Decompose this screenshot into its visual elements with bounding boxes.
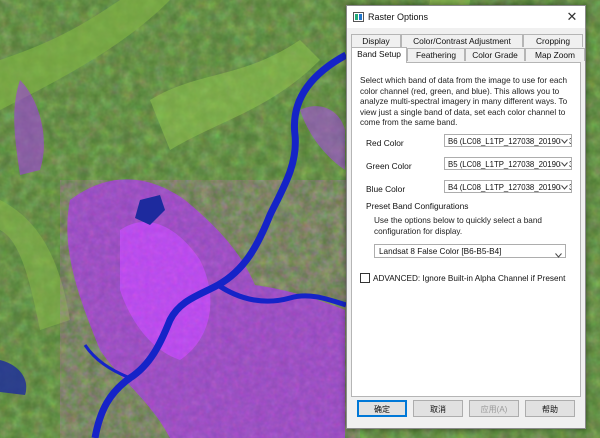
blue-band-value: B4 (LC08_L1TP_127038_20190813 (448, 183, 572, 192)
app-icon (353, 12, 364, 22)
tab-color-contrast[interactable]: Color/Contrast Adjustment (401, 34, 523, 47)
dialog-titlebar[interactable]: Raster Options ✕ (347, 6, 585, 28)
preset-description: Use the options below to quickly select … (374, 216, 542, 236)
advanced-alpha-option[interactable]: ADVANCED: Ignore Built-in Alpha Channel … (360, 273, 565, 283)
preset-value: Landsat 8 False Color [B6-B5-B4] (379, 247, 502, 256)
tab-display[interactable]: Display (351, 34, 401, 47)
band-setup-panel: Select which band of data from the image… (351, 62, 581, 397)
tab-color-grade[interactable]: Color Grade (465, 48, 525, 61)
blue-band-select[interactable]: B4 (LC08_L1TP_127038_20190813 (444, 180, 572, 193)
red-band-value: B6 (LC08_L1TP_127038_20190813 (448, 137, 572, 146)
advanced-alpha-checkbox[interactable] (360, 273, 370, 283)
preset-select[interactable]: Landsat 8 False Color [B6-B5-B4] (374, 244, 566, 258)
chevron-down-icon (561, 181, 569, 192)
tab-feathering[interactable]: Feathering (407, 48, 465, 61)
red-color-label: Red Color (366, 138, 404, 148)
ok-button[interactable]: 确定 (357, 400, 407, 417)
band-setup-description: Select which band of data from the image… (360, 76, 568, 128)
advanced-alpha-label: ADVANCED: Ignore Built-in Alpha Channel … (373, 273, 566, 283)
tab-row-2: Band Setup Feathering Color Grade Map Zo… (351, 47, 585, 63)
apply-button[interactable]: 应用(A) (469, 400, 519, 417)
tab-band-setup[interactable]: Band Setup (351, 47, 407, 63)
chevron-down-icon (561, 158, 569, 169)
dialog-title: Raster Options (368, 12, 429, 22)
tab-cropping[interactable]: Cropping (523, 34, 583, 47)
chevron-down-icon (555, 249, 562, 263)
preset-title: Preset Band Configurations (366, 201, 469, 211)
dialog-button-bar: 确定 取消 应用(A) 帮助 (347, 400, 585, 426)
green-color-label: Green Color (366, 161, 412, 171)
tab-map-zoom[interactable]: Map Zoom (525, 48, 585, 61)
green-band-select[interactable]: B5 (LC08_L1TP_127038_20190813 (444, 157, 572, 170)
chevron-down-icon (561, 135, 569, 146)
help-button[interactable]: 帮助 (525, 400, 575, 417)
raster-options-dialog: Raster Options ✕ Display Color/Contrast … (346, 5, 586, 429)
green-band-value: B5 (LC08_L1TP_127038_20190813 (448, 160, 572, 169)
red-band-select[interactable]: B6 (LC08_L1TP_127038_20190813 (444, 134, 572, 147)
close-icon[interactable]: ✕ (565, 10, 579, 24)
blue-color-label: Blue Color (366, 184, 406, 194)
cancel-button[interactable]: 取消 (413, 400, 463, 417)
tab-row-1: Display Color/Contrast Adjustment Croppi… (351, 34, 583, 47)
